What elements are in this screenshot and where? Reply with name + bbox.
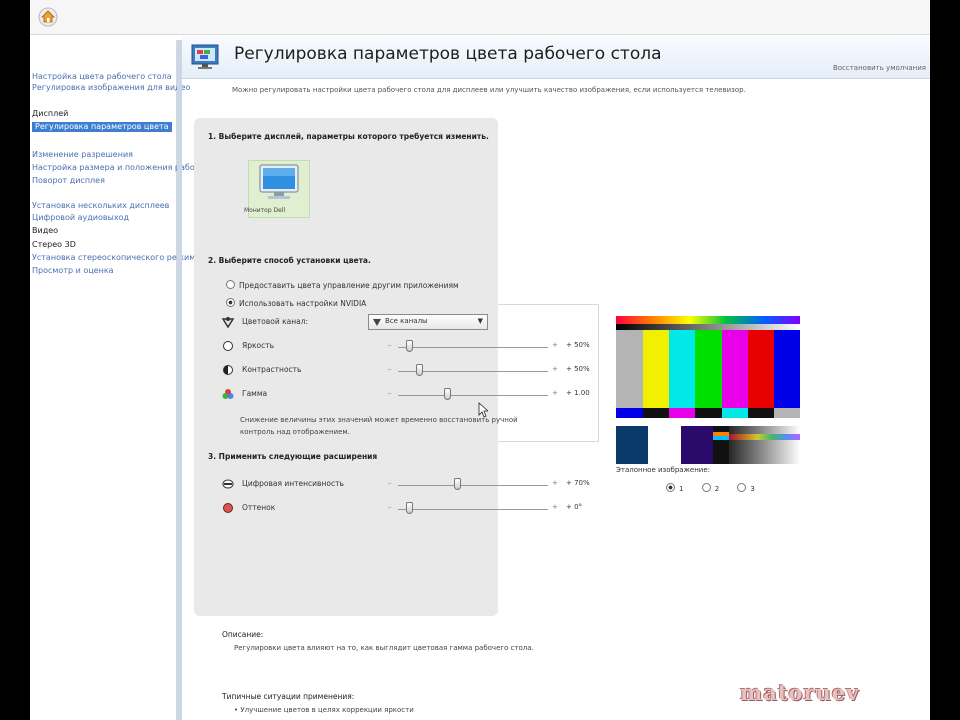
chevron-down-icon: ▼: [477, 317, 483, 325]
contrast-slider[interactable]: [416, 364, 423, 376]
top-toolbar: [30, 0, 930, 35]
brightness-icon: [223, 341, 233, 351]
digital-vibrance-slider[interactable]: [454, 478, 461, 490]
restore-defaults-link[interactable]: Восстановить умолчания: [833, 64, 926, 72]
color-channel-dropdown[interactable]: Все каналы ▼: [368, 314, 488, 330]
color-channel-label: Цветовой канал:: [242, 317, 309, 326]
usage-text: • Улучшение цветов в целях коррекции ярк…: [234, 706, 414, 714]
settings-subpanel: [498, 304, 599, 442]
hue-value: + 0°: [566, 503, 583, 511]
app-window: Настройка цвета рабочего стола Регулиров…: [30, 0, 930, 720]
description-label: Описание:: [222, 630, 264, 639]
digital-vibrance-row: Цифровая интенсивность – + + 70%: [222, 478, 590, 492]
hue-slider[interactable]: [406, 502, 413, 514]
digital-vibrance-track[interactable]: [398, 485, 548, 486]
mouse-pointer-icon: [478, 402, 488, 418]
radio-button[interactable]: [226, 280, 235, 289]
dropdown-value: Все каналы: [385, 317, 428, 325]
radio-other-apps[interactable]: Предоставить цвета управление другим при…: [226, 280, 459, 290]
sidebar-item[interactable]: Установка нескольких дисплеев: [32, 201, 169, 211]
step1-title: 1. Выберите дисплей, параметры которого …: [208, 132, 489, 141]
radio-button-selected[interactable]: [666, 483, 675, 492]
gamma-label: Гамма: [242, 389, 268, 398]
reference-test-pattern: [616, 316, 800, 464]
reference-option-1[interactable]: 1: [666, 483, 683, 493]
reference-option-3[interactable]: 3: [737, 483, 755, 493]
vibrance-icon: [222, 479, 234, 489]
brightness-label: Яркость: [242, 341, 275, 350]
radio-button-selected[interactable]: [226, 298, 235, 307]
radio-label: Предоставить цвета управление другим при…: [239, 281, 459, 290]
contrast-label: Контрастность: [242, 365, 302, 374]
sidebar-item[interactable]: Изменение разрешения: [32, 150, 133, 160]
hue-icon: [223, 503, 233, 513]
sidebar-item-selected[interactable]: Регулировка параметров цвета: [32, 122, 172, 132]
display-settings-icon: [191, 44, 219, 69]
sidebar-item[interactable]: Цифровой аудиовыход: [32, 213, 129, 223]
sidebar-item[interactable]: Просмотр и оценка: [32, 266, 114, 276]
reference-image-options: 1 2 3: [666, 483, 771, 493]
step3-title: 3. Применить следующие расширения: [208, 452, 378, 461]
sidebar-nav: Настройка цвета рабочего стола Регулиров…: [30, 40, 240, 720]
channel-icon: [373, 319, 381, 326]
sidebar-item[interactable]: Регулировка изображения для видео: [32, 83, 190, 93]
sidebar-item[interactable]: Поворот дисплея: [32, 176, 105, 186]
watermark: matoruev: [740, 680, 860, 705]
radio-nvidia-settings[interactable]: Использовать настройки NVIDIA: [226, 298, 366, 308]
contrast-icon: [223, 365, 233, 375]
reference-image-label: Эталонное изображение:: [616, 466, 710, 474]
digital-vibrance-value: + 70%: [566, 479, 590, 487]
splitter[interactable]: [177, 40, 182, 720]
home-icon[interactable]: [38, 7, 58, 27]
display-label: Монитор Dell: [244, 207, 286, 214]
page-header: Регулировка параметров цвета рабочего ст…: [182, 36, 930, 79]
page-intro: Можно регулировать настройки цвета рабоч…: [232, 86, 746, 94]
sidebar-category[interactable]: Дисплей: [32, 109, 68, 119]
sidebar-item[interactable]: Установка стереоскопического режима 3D: [32, 253, 214, 263]
radio-button[interactable]: [737, 483, 747, 492]
usage-label: Типичные ситуации применения:: [222, 692, 355, 701]
page-title: Регулировка параметров цвета рабочего ст…: [234, 44, 662, 64]
description-text: Регулировки цвета влияют на то, как выгл…: [234, 644, 534, 652]
reference-option-2[interactable]: 2: [701, 483, 719, 493]
radio-label: Использовать настройки NVIDIA: [239, 299, 367, 308]
sidebar-category[interactable]: Стерео 3D: [32, 240, 76, 250]
hue-track[interactable]: [398, 509, 548, 510]
step2-title: 2. Выберите способ установки цвета.: [208, 256, 371, 265]
sidebar-item[interactable]: Настройка цвета рабочего стола: [32, 72, 172, 82]
gamma-icon: [222, 389, 234, 399]
digital-vibrance-label: Цифровая интенсивность: [242, 479, 344, 488]
channel-icon: [222, 317, 234, 328]
sidebar-category[interactable]: Видео: [32, 226, 58, 236]
hue-row: Оттенок – + + 0°: [222, 502, 582, 516]
radio-button[interactable]: [701, 483, 711, 492]
brightness-slider[interactable]: [406, 340, 413, 352]
hue-label: Оттенок: [242, 503, 276, 512]
gamma-slider[interactable]: [444, 388, 451, 400]
